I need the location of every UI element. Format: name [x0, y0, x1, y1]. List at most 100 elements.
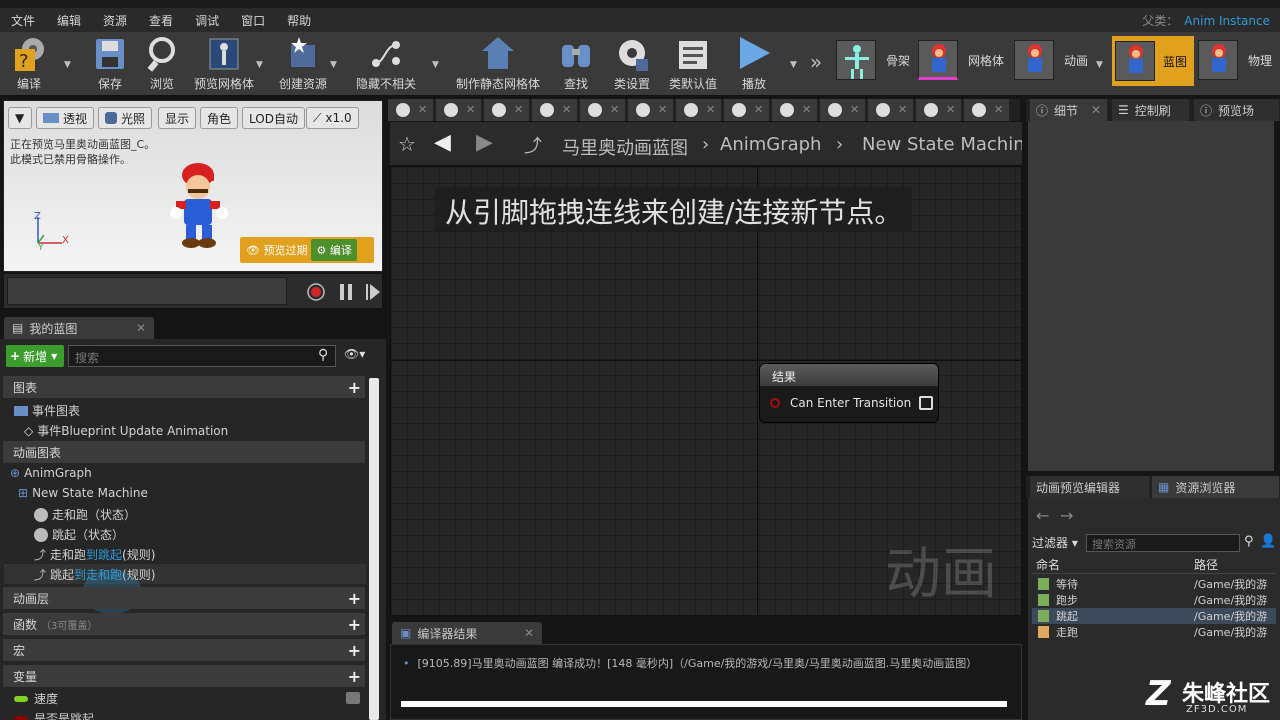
back-icon[interactable]: ←	[1036, 506, 1049, 525]
record-icon[interactable]	[306, 282, 326, 302]
result-node[interactable]: 结果 Can Enter Transition	[759, 363, 939, 423]
close-icon[interactable]: ✕	[1091, 103, 1101, 117]
asset-search-input[interactable]: 搜索资源	[1086, 534, 1240, 552]
pause-icon[interactable]	[336, 282, 356, 302]
class-settings-button[interactable]: 类设置	[612, 32, 652, 96]
section-anim-graphs[interactable]: 动画图表	[3, 441, 365, 463]
tab-details[interactable]: ⓘ 细节 ✕	[1030, 99, 1108, 121]
graph-tab[interactable]: ✕	[388, 99, 434, 121]
close-icon[interactable]: ✕	[514, 103, 523, 116]
preview-viewport[interactable]: ▼ 透视 光照 显示 角色 LOD自动 ⟋ x1.0 正在预览马里奥动画蓝图_C。…	[3, 100, 383, 272]
compiler-scrollbar[interactable]	[401, 701, 1007, 707]
create-asset-button[interactable]: 创建资源	[276, 32, 330, 96]
asset-row[interactable]: 跳起/Game/我的游	[1032, 608, 1276, 624]
star-icon[interactable]: ☆	[398, 132, 416, 156]
close-icon[interactable]: ✕	[524, 626, 534, 640]
close-icon[interactable]: ✕	[802, 103, 811, 116]
col-path[interactable]: 路径	[1194, 556, 1218, 573]
lit-button[interactable]: 光照	[98, 107, 153, 129]
event-update-item[interactable]: ◇ 事件Blueprint Update Animation	[24, 422, 228, 439]
menu-edit[interactable]: 编辑	[46, 12, 92, 29]
graph-tab[interactable]: ✕	[580, 99, 626, 121]
menu-view[interactable]: 查看	[138, 12, 184, 29]
pin-checkbox[interactable]	[919, 396, 934, 410]
menu-help[interactable]: 帮助	[276, 12, 322, 29]
graph-tab[interactable]: ✕	[724, 99, 770, 121]
view-options-icon[interactable]: 👁▾	[344, 347, 365, 361]
compile-button[interactable]: ? 编译	[6, 32, 52, 96]
section-functions[interactable]: 函数 （3可覆盖） +	[3, 613, 365, 635]
graph-tab[interactable]: ✕	[484, 99, 530, 121]
close-icon[interactable]: ✕	[418, 103, 427, 116]
browse-button[interactable]: 浏览	[142, 32, 182, 96]
hide-unrelated-button[interactable]: 隐藏不相关	[356, 32, 416, 96]
state-jump-item[interactable]: 跳起（状态）	[34, 526, 124, 543]
breadcrumb-state-machine[interactable]: New State Machine	[862, 134, 1022, 155]
create-asset-dropdown-icon[interactable]: ▼	[330, 60, 337, 70]
graph-tab[interactable]: ✕	[868, 99, 914, 121]
section-graphs[interactable]: 图表 +	[3, 376, 365, 398]
state-machine-item[interactable]: ⊞ New State Machine	[18, 486, 148, 500]
close-icon[interactable]: ✕	[754, 103, 763, 116]
user-icon[interactable]: 👤	[1260, 534, 1276, 549]
compiler-message[interactable]: • [9105.89]马里奥动画蓝图 编译成功！[148 毫秒内]（/Game/我…	[403, 655, 977, 671]
breadcrumb-animgraph[interactable]: AnimGraph	[720, 134, 821, 155]
close-icon[interactable]: ✕	[610, 103, 619, 116]
close-icon[interactable]: ✕	[898, 103, 907, 116]
close-icon[interactable]: ✕	[946, 103, 955, 116]
find-button[interactable]: 查找	[556, 32, 596, 96]
tab-preview-scene[interactable]: ⓘ 预览场	[1194, 99, 1280, 121]
menu-window[interactable]: 窗口	[230, 12, 276, 29]
menu-asset[interactable]: 资源	[92, 12, 138, 29]
anim-graph-item[interactable]: ⊕ AnimGraph	[10, 466, 92, 480]
add-function-icon[interactable]: +	[348, 615, 361, 634]
save-button[interactable]: 保存	[90, 32, 130, 96]
graph-tab[interactable]: ✕	[772, 99, 818, 121]
add-variable-icon[interactable]: +	[348, 667, 361, 686]
mode-physics[interactable]: 物理	[1198, 38, 1272, 82]
compile-dropdown-icon[interactable]: ▼	[64, 60, 71, 70]
close-icon[interactable]: ✕	[706, 103, 715, 116]
close-icon[interactable]: ✕	[562, 103, 571, 116]
timeline-scrubber[interactable]	[7, 277, 287, 305]
add-macro-icon[interactable]: +	[348, 641, 361, 660]
section-anim-layers[interactable]: 动画层 +	[3, 587, 365, 609]
close-icon[interactable]: ✕	[466, 103, 475, 116]
back-arrow-icon[interactable]: ◀	[434, 130, 451, 155]
mode-animation[interactable]: 动画	[1014, 38, 1088, 82]
menu-debug[interactable]: 调试	[184, 12, 230, 29]
graph-tab[interactable]: ✕	[676, 99, 722, 121]
class-defaults-button[interactable]: 类默认值	[666, 32, 720, 96]
filter-button[interactable]: 过滤器 ▾	[1032, 534, 1078, 551]
preview-mesh-button[interactable]: 预览网格体	[192, 32, 256, 96]
mode-skeleton[interactable]: 骨架	[836, 38, 910, 82]
graph-canvas[interactable]: 从引脚拖拽连线来创建/连接新节点。 结果 Can Enter Transitio…	[390, 166, 1022, 616]
section-variables[interactable]: 变量 +	[3, 665, 365, 687]
mode-blueprint[interactable]: 蓝图	[1112, 36, 1195, 86]
toolbar-overflow-icon[interactable]: »	[810, 50, 822, 74]
asset-row[interactable]: 走跑/Game/我的游	[1032, 624, 1276, 640]
hide-unrelated-dropdown-icon[interactable]: ▼	[432, 60, 439, 70]
animation-dropdown-icon[interactable]: ▼	[1096, 60, 1103, 70]
asset-row[interactable]: 等待/Game/我的游	[1032, 576, 1276, 592]
forward-icon[interactable]: →	[1060, 506, 1073, 525]
graph-tab[interactable]: ✕	[628, 99, 674, 121]
rule-jump-to-walk-item[interactable]: ⤴ 跳起 到走和跑 (规则)	[4, 564, 366, 584]
variable-speed-item[interactable]: 速度	[14, 690, 58, 707]
preview-mesh-dropdown-icon[interactable]: ▼	[256, 60, 263, 70]
viewport-compile-button[interactable]: ⚙ 编译	[311, 239, 357, 261]
graph-tab[interactable]: ✕	[532, 99, 578, 121]
visibility-toggle-icon[interactable]	[346, 692, 360, 704]
viewport-options-button[interactable]: ▼	[8, 107, 32, 129]
mode-mesh[interactable]: 网格体	[918, 38, 1004, 82]
graph-tab[interactable]: ✕	[436, 99, 482, 121]
perspective-button[interactable]: 透视	[36, 107, 95, 129]
variable-is-jumping-item[interactable]: 是否是跳起	[14, 710, 94, 720]
state-walk-run-item[interactable]: 走和跑（状态）	[34, 506, 136, 523]
tab-asset-browser[interactable]: ▦ 资源浏览器	[1152, 476, 1280, 498]
play-button[interactable]: 播放	[734, 32, 774, 96]
make-static-mesh-button[interactable]: 制作静态网格体	[456, 32, 540, 96]
section-macros[interactable]: 宏 +	[3, 639, 365, 661]
add-layer-icon[interactable]: +	[348, 589, 361, 608]
breadcrumb-blueprint[interactable]: 马里奥动画蓝图	[562, 134, 688, 160]
